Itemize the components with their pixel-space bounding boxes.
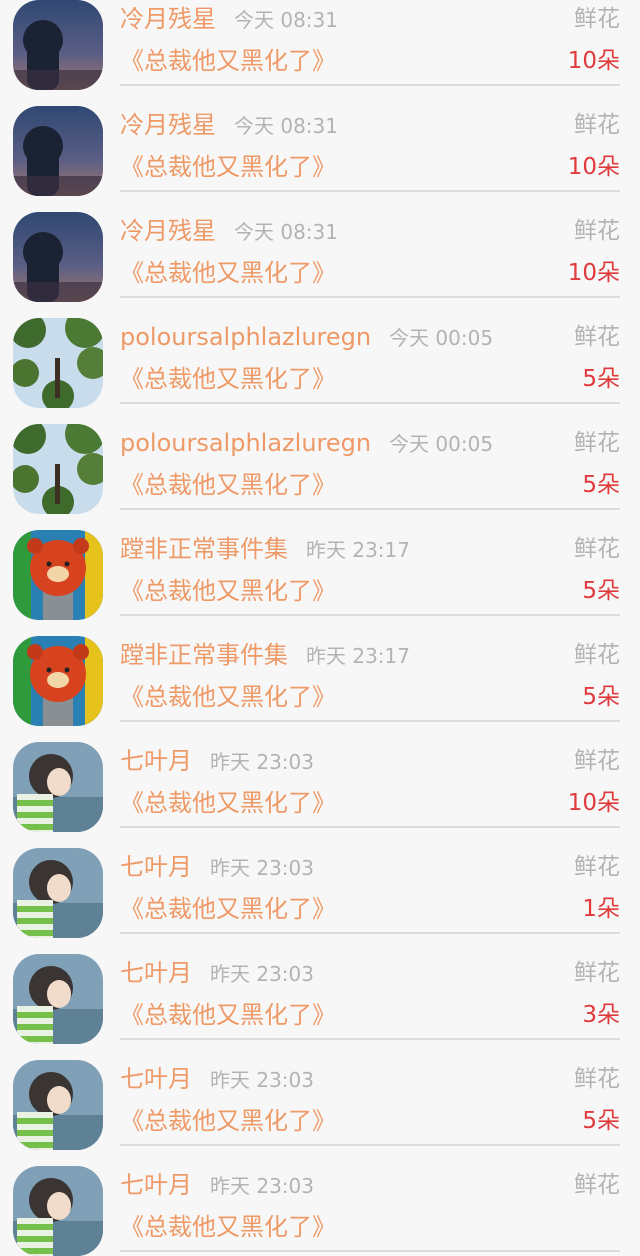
gift-type: 鲜花 — [574, 430, 620, 456]
timestamp: 昨天 23:03 — [210, 1068, 314, 1092]
book-title[interactable]: 《总裁他又黑化了》 — [120, 150, 336, 184]
user-name[interactable]: 七叶月 — [120, 1065, 192, 1093]
gift-type: 鲜花 — [574, 112, 620, 138]
gift-type: 鲜花 — [574, 748, 620, 774]
gift-count: 10朵 — [567, 154, 620, 180]
gift-count: 5朵 — [582, 684, 620, 710]
gift-type: 鲜花 — [574, 536, 620, 562]
list-item[interactable]: 七叶月 昨天 23:03 鲜花 《总裁他又黑化了》 — [0, 1146, 640, 1256]
timestamp: 昨天 23:17 — [306, 538, 410, 562]
user-name[interactable]: 七叶月 — [120, 1171, 192, 1199]
list-item[interactable]: poloursalphlazluregn 今天 00:05 鲜花 《总裁他又黑化了… — [0, 298, 640, 408]
user-name[interactable]: 冷月残星 — [120, 217, 216, 245]
timestamp: 昨天 23:03 — [210, 1174, 314, 1198]
timestamp: 今天 00:05 — [389, 326, 494, 350]
list-item[interactable]: 冷月残星 今天 08:31 鲜花 《总裁他又黑化了》 10朵 — [0, 0, 640, 90]
book-title[interactable]: 《总裁他又黑化了》 — [120, 786, 336, 820]
user-name[interactable]: 七叶月 — [120, 959, 192, 987]
anime-girl-avatar-icon[interactable] — [13, 954, 103, 1044]
gift-type: 鲜花 — [574, 854, 620, 880]
gift-count: 5朵 — [582, 1108, 620, 1134]
timestamp: 今天 08:31 — [234, 8, 338, 32]
user-name[interactable]: poloursalphlazluregn — [120, 323, 371, 351]
gift-record-list: 冷月残星 今天 08:31 鲜花 《总裁他又黑化了》 10朵 冷月残星 今天 08:… — [0, 0, 640, 1256]
gift-type: 鲜花 — [574, 642, 620, 668]
anime-girl-avatar-icon[interactable] — [13, 1166, 103, 1256]
list-item[interactable]: 冷月残星 今天 08:31 鲜花 《总裁他又黑化了》 10朵 — [0, 192, 640, 302]
user-name[interactable]: 冷月残星 — [120, 5, 216, 33]
book-title[interactable]: 《总裁他又黑化了》 — [120, 574, 336, 608]
gift-count: 5朵 — [582, 578, 620, 604]
list-item[interactable]: poloursalphlazluregn 今天 00:05 鲜花 《总裁他又黑化了… — [0, 404, 640, 514]
gift-type: 鲜花 — [574, 324, 620, 350]
user-name[interactable]: 七叶月 — [120, 853, 192, 881]
bear-plush-avatar-icon[interactable] — [13, 636, 103, 726]
tree-sky-avatar-icon[interactable] — [13, 424, 103, 514]
divider — [120, 1250, 620, 1252]
gift-type: 鲜花 — [574, 218, 620, 244]
book-title[interactable]: 《总裁他又黑化了》 — [120, 892, 336, 926]
gift-type: 鲜花 — [574, 1172, 620, 1198]
tree-sky-avatar-icon[interactable] — [13, 318, 103, 408]
timestamp: 今天 00:05 — [389, 432, 494, 456]
user-name[interactable]: 蹚非正常事件集 — [120, 641, 288, 669]
night-girl-avatar-icon[interactable] — [13, 106, 103, 196]
book-title[interactable]: 《总裁他又黑化了》 — [120, 680, 336, 714]
book-title[interactable]: 《总裁他又黑化了》 — [120, 1104, 336, 1138]
anime-girl-avatar-icon[interactable] — [13, 742, 103, 832]
gift-count: 5朵 — [582, 366, 620, 392]
gift-count: 5朵 — [582, 472, 620, 498]
gift-type: 鲜花 — [574, 1066, 620, 1092]
user-name[interactable]: 冷月残星 — [120, 111, 216, 139]
timestamp: 昨天 23:03 — [210, 962, 314, 986]
night-girl-avatar-icon[interactable] — [13, 0, 103, 90]
gift-count: 10朵 — [567, 260, 620, 286]
list-item[interactable]: 冷月残星 今天 08:31 鲜花 《总裁他又黑化了》 10朵 — [0, 86, 640, 196]
timestamp: 今天 08:31 — [234, 114, 338, 138]
user-name[interactable]: 蹚非正常事件集 — [120, 535, 288, 563]
book-title[interactable]: 《总裁他又黑化了》 — [120, 362, 336, 396]
anime-girl-avatar-icon[interactable] — [13, 848, 103, 938]
book-title[interactable]: 《总裁他又黑化了》 — [120, 1210, 336, 1244]
gift-type: 鲜花 — [574, 6, 620, 32]
book-title[interactable]: 《总裁他又黑化了》 — [120, 998, 336, 1032]
user-name[interactable]: poloursalphlazluregn — [120, 429, 371, 457]
book-title[interactable]: 《总裁他又黑化了》 — [120, 256, 336, 290]
list-item[interactable]: 七叶月 昨天 23:03 鲜花 《总裁他又黑化了》 3朵 — [0, 934, 640, 1044]
list-item[interactable]: 七叶月 昨天 23:03 鲜花 《总裁他又黑化了》 10朵 — [0, 722, 640, 832]
list-item[interactable]: 七叶月 昨天 23:03 鲜花 《总裁他又黑化了》 1朵 — [0, 828, 640, 938]
gift-count: 1朵 — [582, 896, 620, 922]
anime-girl-avatar-icon[interactable] — [13, 1060, 103, 1150]
gift-count: 10朵 — [567, 48, 620, 74]
book-title[interactable]: 《总裁他又黑化了》 — [120, 44, 336, 78]
timestamp: 昨天 23:17 — [306, 644, 410, 668]
book-title[interactable]: 《总裁他又黑化了》 — [120, 468, 336, 502]
list-item[interactable]: 蹚非正常事件集 昨天 23:17 鲜花 《总裁他又黑化了》 5朵 — [0, 510, 640, 620]
bear-plush-avatar-icon[interactable] — [13, 530, 103, 620]
gift-type: 鲜花 — [574, 960, 620, 986]
user-name[interactable]: 七叶月 — [120, 747, 192, 775]
gift-count: 3朵 — [582, 1002, 620, 1028]
list-item[interactable]: 七叶月 昨天 23:03 鲜花 《总裁他又黑化了》 5朵 — [0, 1040, 640, 1150]
timestamp: 昨天 23:03 — [210, 750, 314, 774]
list-item[interactable]: 蹚非正常事件集 昨天 23:17 鲜花 《总裁他又黑化了》 5朵 — [0, 616, 640, 726]
timestamp: 昨天 23:03 — [210, 856, 314, 880]
timestamp: 今天 08:31 — [234, 220, 338, 244]
night-girl-avatar-icon[interactable] — [13, 212, 103, 302]
gift-count: 10朵 — [567, 790, 620, 816]
